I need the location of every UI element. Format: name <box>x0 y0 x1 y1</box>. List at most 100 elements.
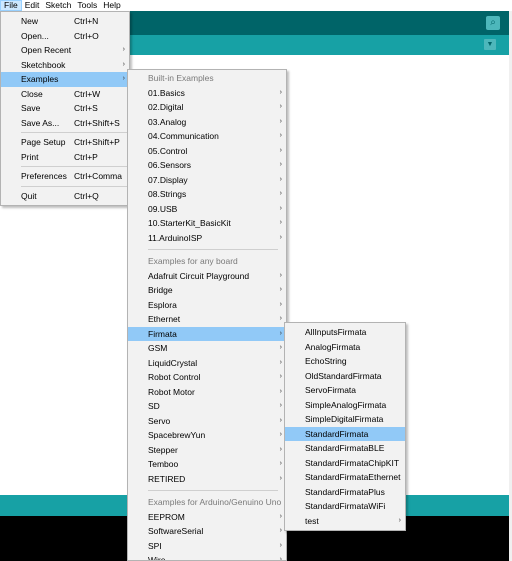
examples-item-eeprom[interactable]: EEPROM › <box>128 510 286 525</box>
examples-item-adafruit-circuit-playground[interactable]: Adafruit Circuit Playground › <box>128 269 286 284</box>
menu-separator <box>21 185 127 187</box>
menubar-edit[interactable]: Edit <box>22 0 43 11</box>
firmata-item-echostring[interactable]: EchoString <box>285 354 405 369</box>
firmata-item-servofirmata[interactable]: ServoFirmata <box>285 383 405 398</box>
file-menu-item-new[interactable]: New Ctrl+N <box>1 14 129 29</box>
menu-item-label: Save <box>21 103 41 113</box>
menu-item-label: 11.ArduinoISP <box>148 232 203 243</box>
firmata-item-allinputsfirmata[interactable]: AllInputsFirmata <box>285 325 405 340</box>
firmata-item-analogfirmata[interactable]: AnalogFirmata <box>285 340 405 355</box>
examples-item-robot-motor[interactable]: Robot Motor › <box>128 385 286 400</box>
menu-item-label: SimpleAnalogFirmata <box>305 399 387 410</box>
submenu-arrow-icon: › <box>279 358 282 366</box>
menu-item-label: SoftwareSerial <box>148 526 204 536</box>
menubar-help[interactable]: Help <box>100 0 123 11</box>
submenu-arrow-icon: › <box>279 431 282 438</box>
firmata-item-standardfirmataethernet[interactable]: StandardFirmataEthernet <box>285 470 405 485</box>
examples-item-bridge[interactable]: Bridge › <box>128 283 286 298</box>
menubar-tools[interactable]: Tools <box>74 0 100 11</box>
file-menu-item-quit[interactable]: Quit Ctrl+Q <box>1 189 129 204</box>
examples-item-softwareserial[interactable]: SoftwareSerial › <box>128 524 286 539</box>
submenu-arrow-icon: › <box>279 219 282 226</box>
file-menu-item-page-setup[interactable]: Page Setup Ctrl+Shift+P <box>1 135 129 150</box>
file-menu-item-print[interactable]: Print Ctrl+P <box>1 150 129 165</box>
examples-item-sd[interactable]: SD › <box>128 399 286 414</box>
examples-item-07-display[interactable]: 07.Display › <box>128 173 286 188</box>
menu-item-label: AnalogFirmata <box>305 341 361 352</box>
examples-item-01-basics[interactable]: 01.Basics › <box>128 86 286 101</box>
submenu-arrow-icon: › <box>279 527 282 534</box>
tab-menu-button[interactable]: ▼ <box>484 39 496 50</box>
serial-monitor-button[interactable]: ⌕ <box>486 16 500 30</box>
menu-separator <box>148 249 278 250</box>
menubar-sketch[interactable]: Sketch <box>42 0 74 11</box>
submenu-arrow-icon: › <box>279 541 282 549</box>
menu-item-shortcut: Ctrl+O <box>74 30 99 41</box>
examples-item-ethernet[interactable]: Ethernet › <box>128 312 286 327</box>
submenu-arrow-icon: › <box>279 175 282 183</box>
examples-item-08-strings[interactable]: 08.Strings › <box>128 187 286 202</box>
menu-item-shortcut: Ctrl+Shift+S <box>74 117 120 128</box>
file-menu-item-examples[interactable]: Examples › <box>1 72 129 87</box>
menu-item-label: Close <box>21 88 43 99</box>
examples-item-spi[interactable]: SPI › <box>128 539 286 554</box>
firmata-item-standardfirmatachipkit[interactable]: StandardFirmataChipKIT <box>285 456 405 471</box>
file-menu-item-sketchbook[interactable]: Sketchbook › <box>1 58 129 73</box>
examples-item-stepper[interactable]: Stepper › <box>128 443 286 458</box>
examples-item-esplora[interactable]: Esplora › <box>128 298 286 313</box>
examples-item-servo[interactable]: Servo › <box>128 414 286 429</box>
menu-item-label: 08.Strings <box>148 189 187 199</box>
file-menu-item-open[interactable]: Open... Ctrl+O <box>1 29 129 44</box>
examples-item-06-sensors[interactable]: 06.Sensors › <box>128 158 286 173</box>
examples-item-04-communication[interactable]: 04.Communication › <box>128 129 286 144</box>
firmata-item-simpleanalogfirmata[interactable]: SimpleAnalogFirmata <box>285 398 405 413</box>
menu-item-label: test <box>305 515 319 526</box>
firmata-item-standardfirmatable[interactable]: StandardFirmataBLE <box>285 441 405 456</box>
examples-item-robot-control[interactable]: Robot Control › <box>128 370 286 385</box>
firmata-item-simpledigitalfirmata[interactable]: SimpleDigitalFirmata <box>285 412 405 427</box>
firmata-item-test[interactable]: test › <box>285 514 405 529</box>
menu-item-label: Esplora <box>148 299 177 310</box>
examples-item-retired[interactable]: RETIRED › <box>128 472 286 487</box>
menu-item-label: Servo <box>148 415 171 426</box>
file-menu-item-close[interactable]: Close Ctrl+W <box>1 87 129 102</box>
examples-item-10-starterkit-basickit[interactable]: 10.StarterKit_BasicKit › <box>128 216 286 231</box>
examples-item-firmata[interactable]: Firmata › <box>128 326 286 341</box>
menu-section-header: Built-in Examples <box>148 73 214 83</box>
menu-item-label: GSM <box>148 343 168 353</box>
examples-item-temboo[interactable]: Temboo › <box>128 457 286 472</box>
file-menu-item-save-as[interactable]: Save As... Ctrl+Shift+S <box>1 116 129 131</box>
examples-item-09-usb[interactable]: 09.USB › <box>128 202 286 217</box>
submenu-arrow-icon: › <box>279 161 282 168</box>
submenu-arrow-icon: › <box>279 233 282 241</box>
examples-item-05-control[interactable]: 05.Control › <box>128 144 286 159</box>
menu-item-label: 09.USB <box>148 203 178 214</box>
dropdown-arrow-icon: ▼ <box>486 41 494 48</box>
file-menu-item-open-recent[interactable]: Open Recent › <box>1 43 129 58</box>
menu-item-label: 06.Sensors <box>148 160 191 170</box>
file-menu-item-save[interactable]: Save Ctrl+S <box>1 101 129 116</box>
examples-item-11-arduinoisp[interactable]: 11.ArduinoISP › <box>128 231 286 246</box>
menu-item-label: SpacebrewYun <box>148 430 206 440</box>
examples-item-liquidcrystal[interactable]: LiquidCrystal › <box>128 356 286 371</box>
submenu-arrow-icon: › <box>279 300 282 308</box>
menu-item-label: Stepper <box>148 444 178 455</box>
examples-item-03-analog[interactable]: 03.Analog › <box>128 115 286 130</box>
firmata-item-oldstandardfirmata[interactable]: OldStandardFirmata <box>285 369 405 384</box>
menu-item-label: SD <box>148 401 160 411</box>
menubar-file[interactable]: File <box>0 0 22 11</box>
firmata-item-standardfirmata[interactable]: StandardFirmata <box>285 426 405 441</box>
menu-item-shortcut: Ctrl+W <box>74 88 101 99</box>
submenu-arrow-icon: › <box>279 344 282 351</box>
menu-item-label: Open... <box>21 30 49 41</box>
file-menu-item-preferences[interactable]: Preferences Ctrl+Comma <box>1 169 129 184</box>
firmata-item-standardfirmatawifi[interactable]: StandardFirmataWiFi <box>285 499 405 514</box>
examples-item-gsm[interactable]: GSM › <box>128 341 286 356</box>
firmata-item-standardfirmataplus[interactable]: StandardFirmataPlus <box>285 485 405 500</box>
examples-item-02-digital[interactable]: 02.Digital › <box>128 100 286 115</box>
submenu-arrow-icon: › <box>279 146 282 154</box>
examples-item-wire[interactable]: Wire › <box>128 553 286 560</box>
examples-item-spacebrewyun[interactable]: SpacebrewYun › <box>128 428 286 443</box>
menu-item-label: StandardFirmataPlus <box>305 486 385 497</box>
menu-item-label: New <box>21 16 39 26</box>
